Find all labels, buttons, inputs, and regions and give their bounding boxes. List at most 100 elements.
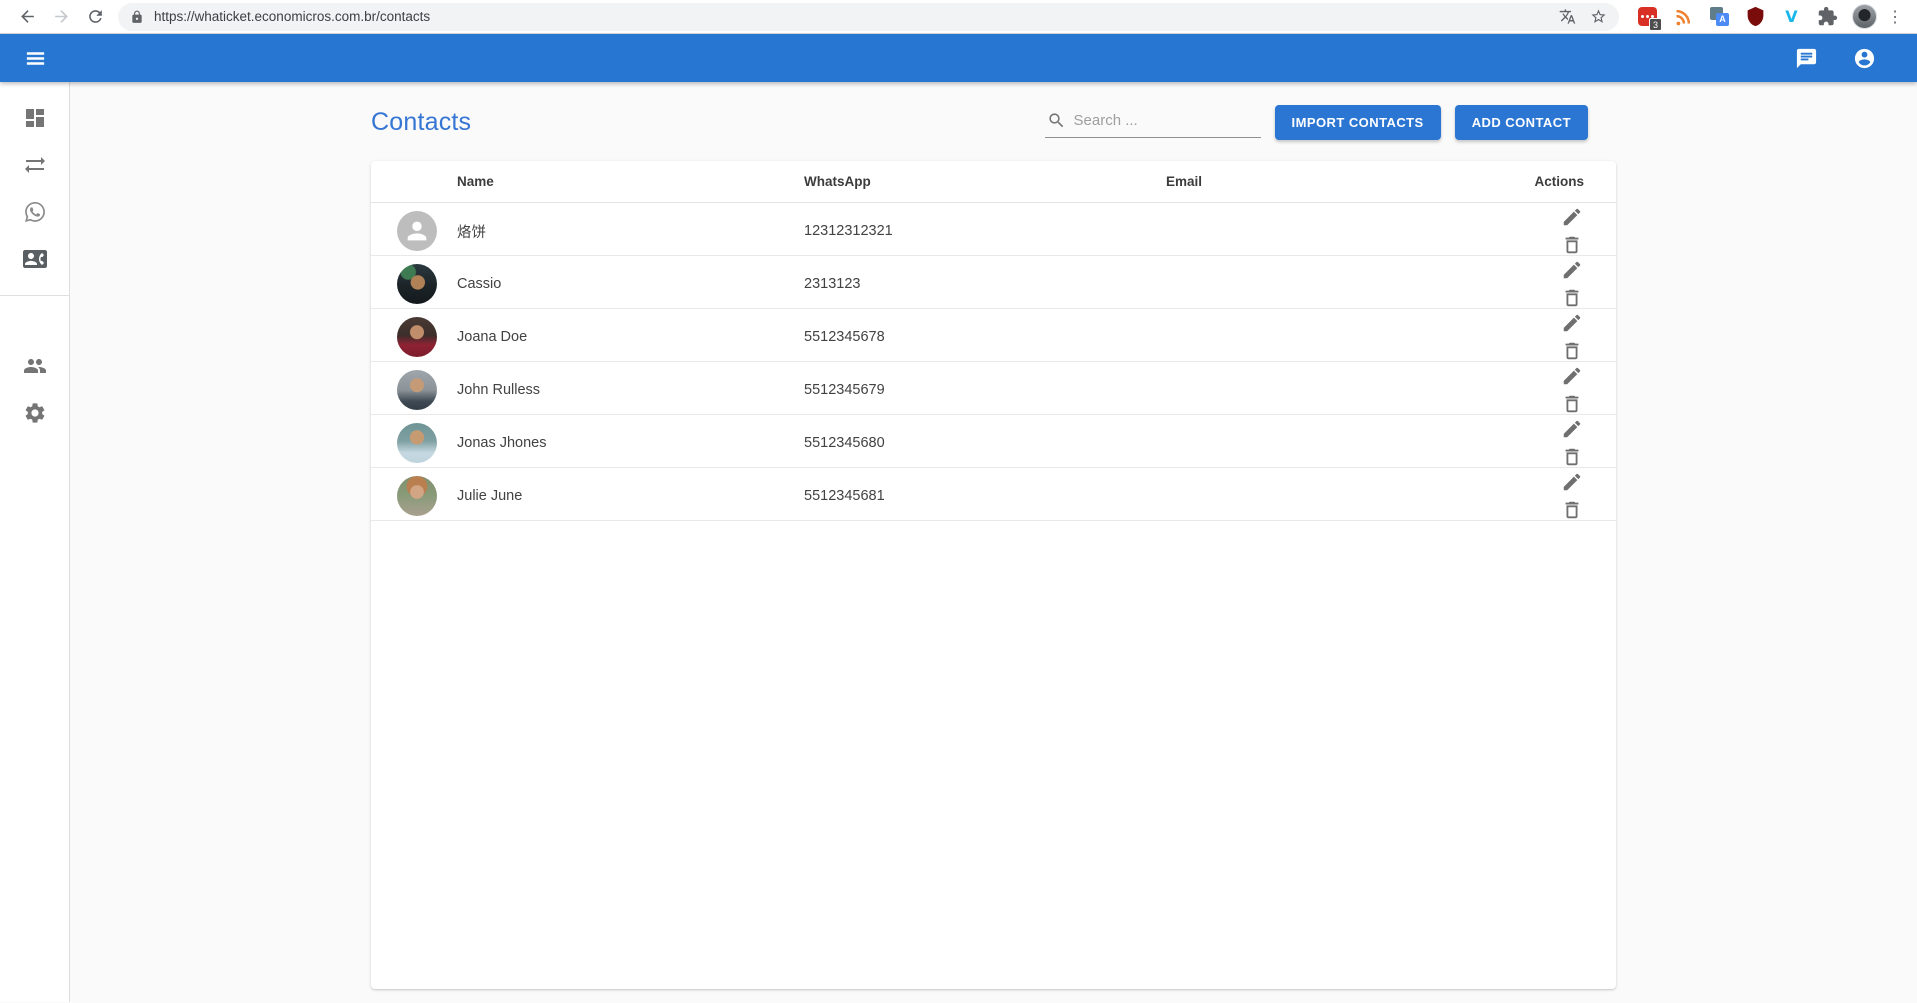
delete-contact-button[interactable] <box>1558 337 1586 365</box>
contact-avatar <box>397 317 437 357</box>
url-input[interactable] <box>154 9 1551 24</box>
delete-contact-button[interactable] <box>1558 231 1586 259</box>
contact-avatar <box>397 211 437 251</box>
delete-icon <box>1561 287 1583 309</box>
account-menu-button[interactable] <box>1841 35 1887 81</box>
header-email: Email <box>1166 174 1531 189</box>
puzzle-extension-icon[interactable] <box>1817 6 1838 27</box>
sidebar-item-tickets[interactable] <box>11 188 59 235</box>
contacts-phone-icon <box>23 247 47 271</box>
edit-icon <box>1561 206 1583 228</box>
menu-icon <box>24 47 47 70</box>
star-icon[interactable] <box>1590 8 1607 25</box>
edit-contact-button[interactable] <box>1558 203 1586 231</box>
sidebar-item-contacts[interactable] <box>11 235 59 282</box>
app-bar <box>0 34 1917 82</box>
contact-whatsapp: 5512345679 <box>804 382 1166 398</box>
forward-button[interactable] <box>48 4 74 30</box>
profile-avatar[interactable] <box>1852 4 1877 29</box>
add-contact-button[interactable]: ADD CONTACT <box>1455 105 1588 140</box>
search-icon <box>1047 111 1066 130</box>
delete-icon <box>1561 446 1583 468</box>
sidebar-divider <box>0 295 70 296</box>
edit-icon <box>1561 312 1583 334</box>
edit-contact-button[interactable] <box>1558 309 1586 337</box>
edit-contact-button[interactable] <box>1558 256 1586 284</box>
browser-toolbar: 3 A V ⋮ <box>0 0 1917 34</box>
header-name: Name <box>457 174 804 189</box>
whatsapp-icon <box>23 200 47 224</box>
table-row: John Rulless 5512345679 <box>371 362 1616 415</box>
translate-icon[interactable] <box>1559 8 1576 25</box>
header-actions: Actions <box>1531 174 1616 189</box>
delete-contact-button[interactable] <box>1558 496 1586 524</box>
announcements-button[interactable] <box>1783 35 1829 81</box>
person-icon <box>403 217 431 245</box>
contact-whatsapp: 5512345681 <box>804 488 1166 504</box>
table-row: Cassio 2313123 <box>371 256 1616 309</box>
dashboard-icon <box>23 106 47 130</box>
delete-contact-button[interactable] <box>1558 390 1586 418</box>
sidebar-item-dashboard[interactable] <box>11 94 59 141</box>
header-whatsapp: WhatsApp <box>804 174 1166 189</box>
edit-icon <box>1561 418 1583 440</box>
red-extension-icon[interactable]: 3 <box>1637 6 1658 27</box>
contact-avatar <box>397 423 437 463</box>
back-button[interactable] <box>14 4 40 30</box>
search-input[interactable] <box>1074 112 1259 129</box>
delete-icon <box>1561 340 1583 362</box>
reload-icon <box>86 7 105 26</box>
settings-gear-icon <box>23 401 47 425</box>
menu-button[interactable] <box>12 35 58 81</box>
extensions-strip: 3 A V <box>1637 6 1838 27</box>
delete-contact-button[interactable] <box>1558 284 1586 312</box>
account-circle-icon <box>1853 47 1876 70</box>
contact-avatar <box>397 370 437 410</box>
connections-swap-icon <box>23 153 47 177</box>
contact-whatsapp: 12312312321 <box>804 223 1166 239</box>
table-row: Julie June 5512345681 <box>371 468 1616 521</box>
delete-contact-button[interactable] <box>1558 443 1586 471</box>
sidebar <box>0 82 70 1002</box>
contact-name: 烙饼 <box>457 221 804 242</box>
search-field <box>1045 107 1261 138</box>
table-row: Joana Doe 5512345678 <box>371 309 1616 362</box>
sidebar-item-settings[interactable] <box>11 389 59 436</box>
contacts-table: Name WhatsApp Email Actions 烙饼 123123123… <box>371 161 1616 989</box>
delete-icon <box>1561 499 1583 521</box>
table-row: Jonas Jhones 5512345680 <box>371 415 1616 468</box>
back-icon <box>18 7 37 26</box>
contact-avatar <box>397 476 437 516</box>
contact-name: Cassio <box>457 276 804 292</box>
edit-icon <box>1561 471 1583 493</box>
delete-icon <box>1561 393 1583 415</box>
reload-button[interactable] <box>82 4 108 30</box>
contact-name: John Rulless <box>457 382 804 398</box>
contact-avatar <box>397 264 437 304</box>
edit-contact-button[interactable] <box>1558 415 1586 443</box>
ublock-shield-icon[interactable] <box>1745 6 1766 27</box>
import-contacts-button[interactable]: IMPORT CONTACTS <box>1275 105 1441 140</box>
extension-badge: 3 <box>1649 18 1662 31</box>
lock-icon <box>130 10 144 24</box>
edit-icon <box>1561 259 1583 281</box>
vimeo-icon[interactable]: V <box>1781 6 1802 27</box>
table-row: 烙饼 12312312321 <box>371 203 1616 256</box>
contact-whatsapp: 2313123 <box>804 276 1166 292</box>
chat-icon <box>1795 47 1818 70</box>
contact-name: Joana Doe <box>457 329 804 345</box>
delete-icon <box>1561 234 1583 256</box>
sidebar-item-connections[interactable] <box>11 141 59 188</box>
address-bar[interactable] <box>118 3 1619 31</box>
rss-icon[interactable] <box>1673 6 1694 27</box>
users-icon <box>23 354 47 378</box>
gtranslate-extension-icon[interactable]: A <box>1709 6 1730 27</box>
edit-contact-button[interactable] <box>1558 362 1586 390</box>
contact-name: Julie June <box>457 488 804 504</box>
contact-whatsapp: 5512345678 <box>804 329 1166 345</box>
contact-name: Jonas Jhones <box>457 435 804 451</box>
edit-icon <box>1561 365 1583 387</box>
sidebar-item-users[interactable] <box>11 342 59 389</box>
edit-contact-button[interactable] <box>1558 468 1586 496</box>
kebab-menu-icon[interactable]: ⋮ <box>1887 7 1903 27</box>
